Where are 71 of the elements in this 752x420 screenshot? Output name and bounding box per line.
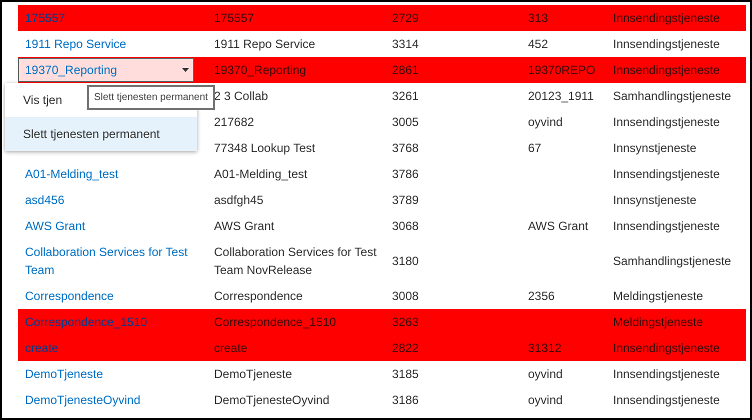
- table-cell-text: 2 3 Collab: [213, 88, 270, 105]
- table-cell-text: Innsendingstjeneste: [612, 36, 721, 53]
- table-cell-text: oyvind: [527, 114, 564, 131]
- table-cell-text: asdfgh45: [213, 192, 264, 209]
- table-cell-text: 3008: [391, 288, 420, 305]
- table-cell-text: Meldingstjeneste: [612, 288, 704, 305]
- service-link[interactable]: create: [18, 339, 209, 357]
- table-cell-text: Innsendingstjeneste: [612, 366, 721, 383]
- table-cell-text: Innsynstjeneste: [612, 192, 698, 209]
- table-cell-text: 20123_1911: [527, 88, 595, 105]
- table-cell-text: Correspondence_1510: [213, 314, 338, 331]
- table-cell-text: Innsendingstjeneste: [612, 392, 721, 409]
- table-cell-text: Innsendingstjeneste: [612, 218, 721, 235]
- table-cell-text: Correspondence: [213, 288, 304, 305]
- tooltip: Slett tjenesten permanent: [87, 85, 215, 110]
- table-cell-text: 3786: [391, 166, 420, 183]
- table-cell-text: Innsendingstjeneste: [612, 340, 721, 357]
- service-link[interactable]: AWS Grant: [18, 217, 209, 235]
- table-cell-text: Innsendingstjeneste: [612, 62, 721, 79]
- service-link[interactable]: 1911 Repo Service: [18, 35, 209, 53]
- table-cell-text: 3185: [391, 366, 420, 383]
- table-cell-text: 3263: [391, 314, 420, 331]
- table-cell-text: AWS Grant: [213, 218, 276, 235]
- table-cell-text: 1911 Repo Service: [213, 36, 316, 53]
- table-cell-text: Meldingstjeneste: [612, 314, 704, 331]
- table-cell-text: DemoTjeneste: [213, 366, 294, 383]
- table-cell-text: AWS Grant: [527, 218, 590, 235]
- table-cell-text: create: [213, 340, 248, 357]
- table-cell-text: 2356: [527, 288, 556, 305]
- table-cell-text: Collaboration Services for Test Team NovRelease: [213, 244, 378, 279]
- service-link[interactable]: asd456: [18, 191, 209, 209]
- table-cell-text: Samhandlingstjeneste: [612, 88, 732, 105]
- service-link[interactable]: Correspondence: [18, 287, 209, 305]
- table-cell-text: 19370_Reporting: [213, 62, 308, 79]
- table-cell-text: 3068: [391, 218, 420, 235]
- table-cell-text: Innsendingstjeneste: [612, 10, 721, 27]
- table-cell-text: 313: [527, 10, 550, 27]
- service-link[interactable]: DemoTjeneste: [18, 365, 209, 383]
- table-cell-text: 19370REPO: [527, 62, 596, 79]
- table-cell-text: Innsendingstjeneste: [612, 114, 721, 131]
- table-cell-text: 3261: [391, 88, 420, 105]
- table-cell-text: A01-Melding_test: [213, 166, 308, 183]
- table-cell-text: 217682: [213, 114, 256, 131]
- table-cell-text: 3768: [391, 140, 420, 157]
- table-cell-text: 3314: [391, 36, 420, 53]
- table-cell-text: 77348 Lookup Test: [213, 140, 316, 157]
- caret-icon: [182, 68, 189, 72]
- service-link[interactable]: Correspondence_1510: [18, 313, 209, 331]
- table-cell-text: Innsynstjeneste: [612, 140, 698, 157]
- table-cell-text: 2861: [391, 62, 420, 79]
- table-cell-text: DemoTjenesteOyvind: [213, 392, 330, 409]
- table-cell-text: 3180: [391, 253, 420, 270]
- table-cell-text: 2729: [391, 10, 420, 27]
- menu-item[interactable]: Slett tjenesten permanent: [5, 117, 197, 151]
- table-cell-text: 452: [527, 36, 550, 53]
- item-dropdown[interactable]: 19370_Reporting: [18, 58, 194, 82]
- table-cell-text: 3005: [391, 114, 420, 131]
- table-cell-text: 175557: [213, 10, 256, 27]
- table-cell-text: oyvind: [527, 392, 564, 409]
- table-cell-text: Innsendingstjeneste: [612, 166, 721, 183]
- table-cell-text: Samhandlingstjeneste: [612, 253, 732, 270]
- service-link[interactable]: Collaboration Services for Test Team: [18, 243, 209, 279]
- service-link[interactable]: 175557: [18, 9, 209, 27]
- service-link[interactable]: DemoTjenesteOyvind: [18, 391, 209, 409]
- table-cell-text: 3789: [391, 192, 420, 209]
- table-cell-text: 3186: [391, 392, 420, 409]
- table-cell-text: 2822: [391, 340, 420, 357]
- service-link[interactable]: A01-Melding_test: [18, 165, 209, 183]
- table-cell-text: oyvind: [527, 366, 564, 383]
- table-cell-text: 31312: [527, 340, 562, 357]
- table-cell-text: 67: [527, 140, 542, 157]
